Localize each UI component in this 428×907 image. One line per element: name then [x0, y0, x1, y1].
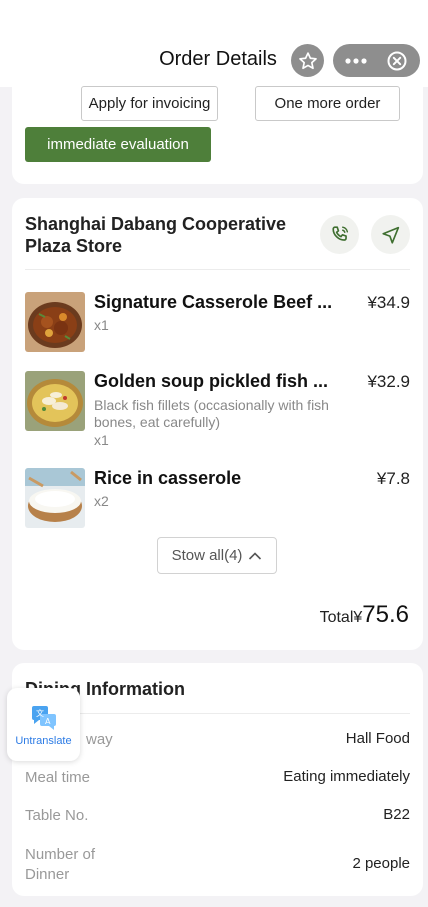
more-dots-icon	[345, 57, 367, 64]
order-item[interactable]: Golden soup pickled fish ... ¥32.9 Black…	[25, 371, 410, 451]
item-description: Black fish fillets (occasionally with fi…	[94, 397, 329, 430]
item-price: ¥34.9	[367, 293, 410, 312]
row-label: Number of Dinner	[25, 846, 96, 883]
item-price: ¥7.8	[376, 469, 410, 488]
row-label: Table No.	[25, 807, 89, 824]
header-bar: Order Details	[0, 0, 428, 87]
show-all-button[interactable]: Stow all(4)	[157, 537, 277, 574]
close-button[interactable]	[379, 51, 415, 71]
item-name: Rice in casserole	[94, 468, 242, 488]
row-label: way	[86, 731, 113, 748]
navigate-icon	[381, 226, 399, 244]
item-quantity: x1	[94, 432, 109, 448]
chevron-up-icon	[249, 551, 262, 560]
svg-text:文: 文	[36, 708, 44, 718]
rice-casserole-image	[25, 468, 85, 528]
row-value: B22	[383, 806, 410, 823]
more-button[interactable]	[333, 57, 379, 65]
row-value: 2 people	[352, 855, 410, 872]
translate-icon: 文 A	[31, 705, 56, 730]
total-label: Total¥	[319, 609, 363, 626]
svg-text:A: A	[45, 717, 51, 726]
capsule-menu	[333, 44, 420, 77]
item-quantity: x1	[94, 317, 109, 333]
favorite-button[interactable]	[291, 44, 324, 77]
call-store-button[interactable]	[320, 215, 359, 254]
pickled-fish-image	[25, 371, 85, 431]
order-item[interactable]: Signature Casserole Beef ... ¥34.9 x1	[25, 292, 410, 352]
star-icon	[298, 51, 317, 69]
divider	[25, 713, 410, 714]
beef-casserole-image	[25, 292, 85, 352]
order-actions-card: Apply for invoicing One more order immed…	[12, 82, 423, 184]
phone-icon	[331, 225, 348, 241]
item-name: Signature Casserole Beef ...	[94, 292, 333, 312]
order-total: Total¥75.6	[320, 601, 409, 629]
divider	[25, 269, 410, 270]
close-circle-icon	[387, 51, 407, 70]
one-more-order-button[interactable]: One more order	[255, 86, 400, 121]
total-amount: 75.6	[362, 601, 409, 628]
item-price: ¥32.9	[367, 372, 410, 391]
untranslate-button[interactable]: 文 A Untranslate	[7, 688, 80, 761]
row-label: Meal time	[25, 769, 91, 786]
item-name: Golden soup pickled fish ...	[94, 371, 329, 391]
order-card: Shanghai Dabang Cooperative Plaza Store …	[12, 198, 423, 650]
store-name: Shanghai Dabang Cooperative Plaza Store	[25, 214, 287, 256]
apply-invoice-button[interactable]: Apply for invoicing	[81, 86, 218, 121]
row-value: Hall Food	[345, 730, 410, 747]
evaluate-button[interactable]: immediate evaluation	[25, 127, 211, 162]
navigate-store-button[interactable]	[371, 215, 410, 254]
order-item[interactable]: Rice in casserole ¥7.8 x2	[25, 468, 410, 528]
show-all-label: Stow all(4)	[171, 547, 243, 564]
row-value: Eating immediately	[283, 768, 410, 785]
item-quantity: x2	[94, 493, 109, 509]
untranslate-label: Untranslate	[15, 734, 72, 747]
